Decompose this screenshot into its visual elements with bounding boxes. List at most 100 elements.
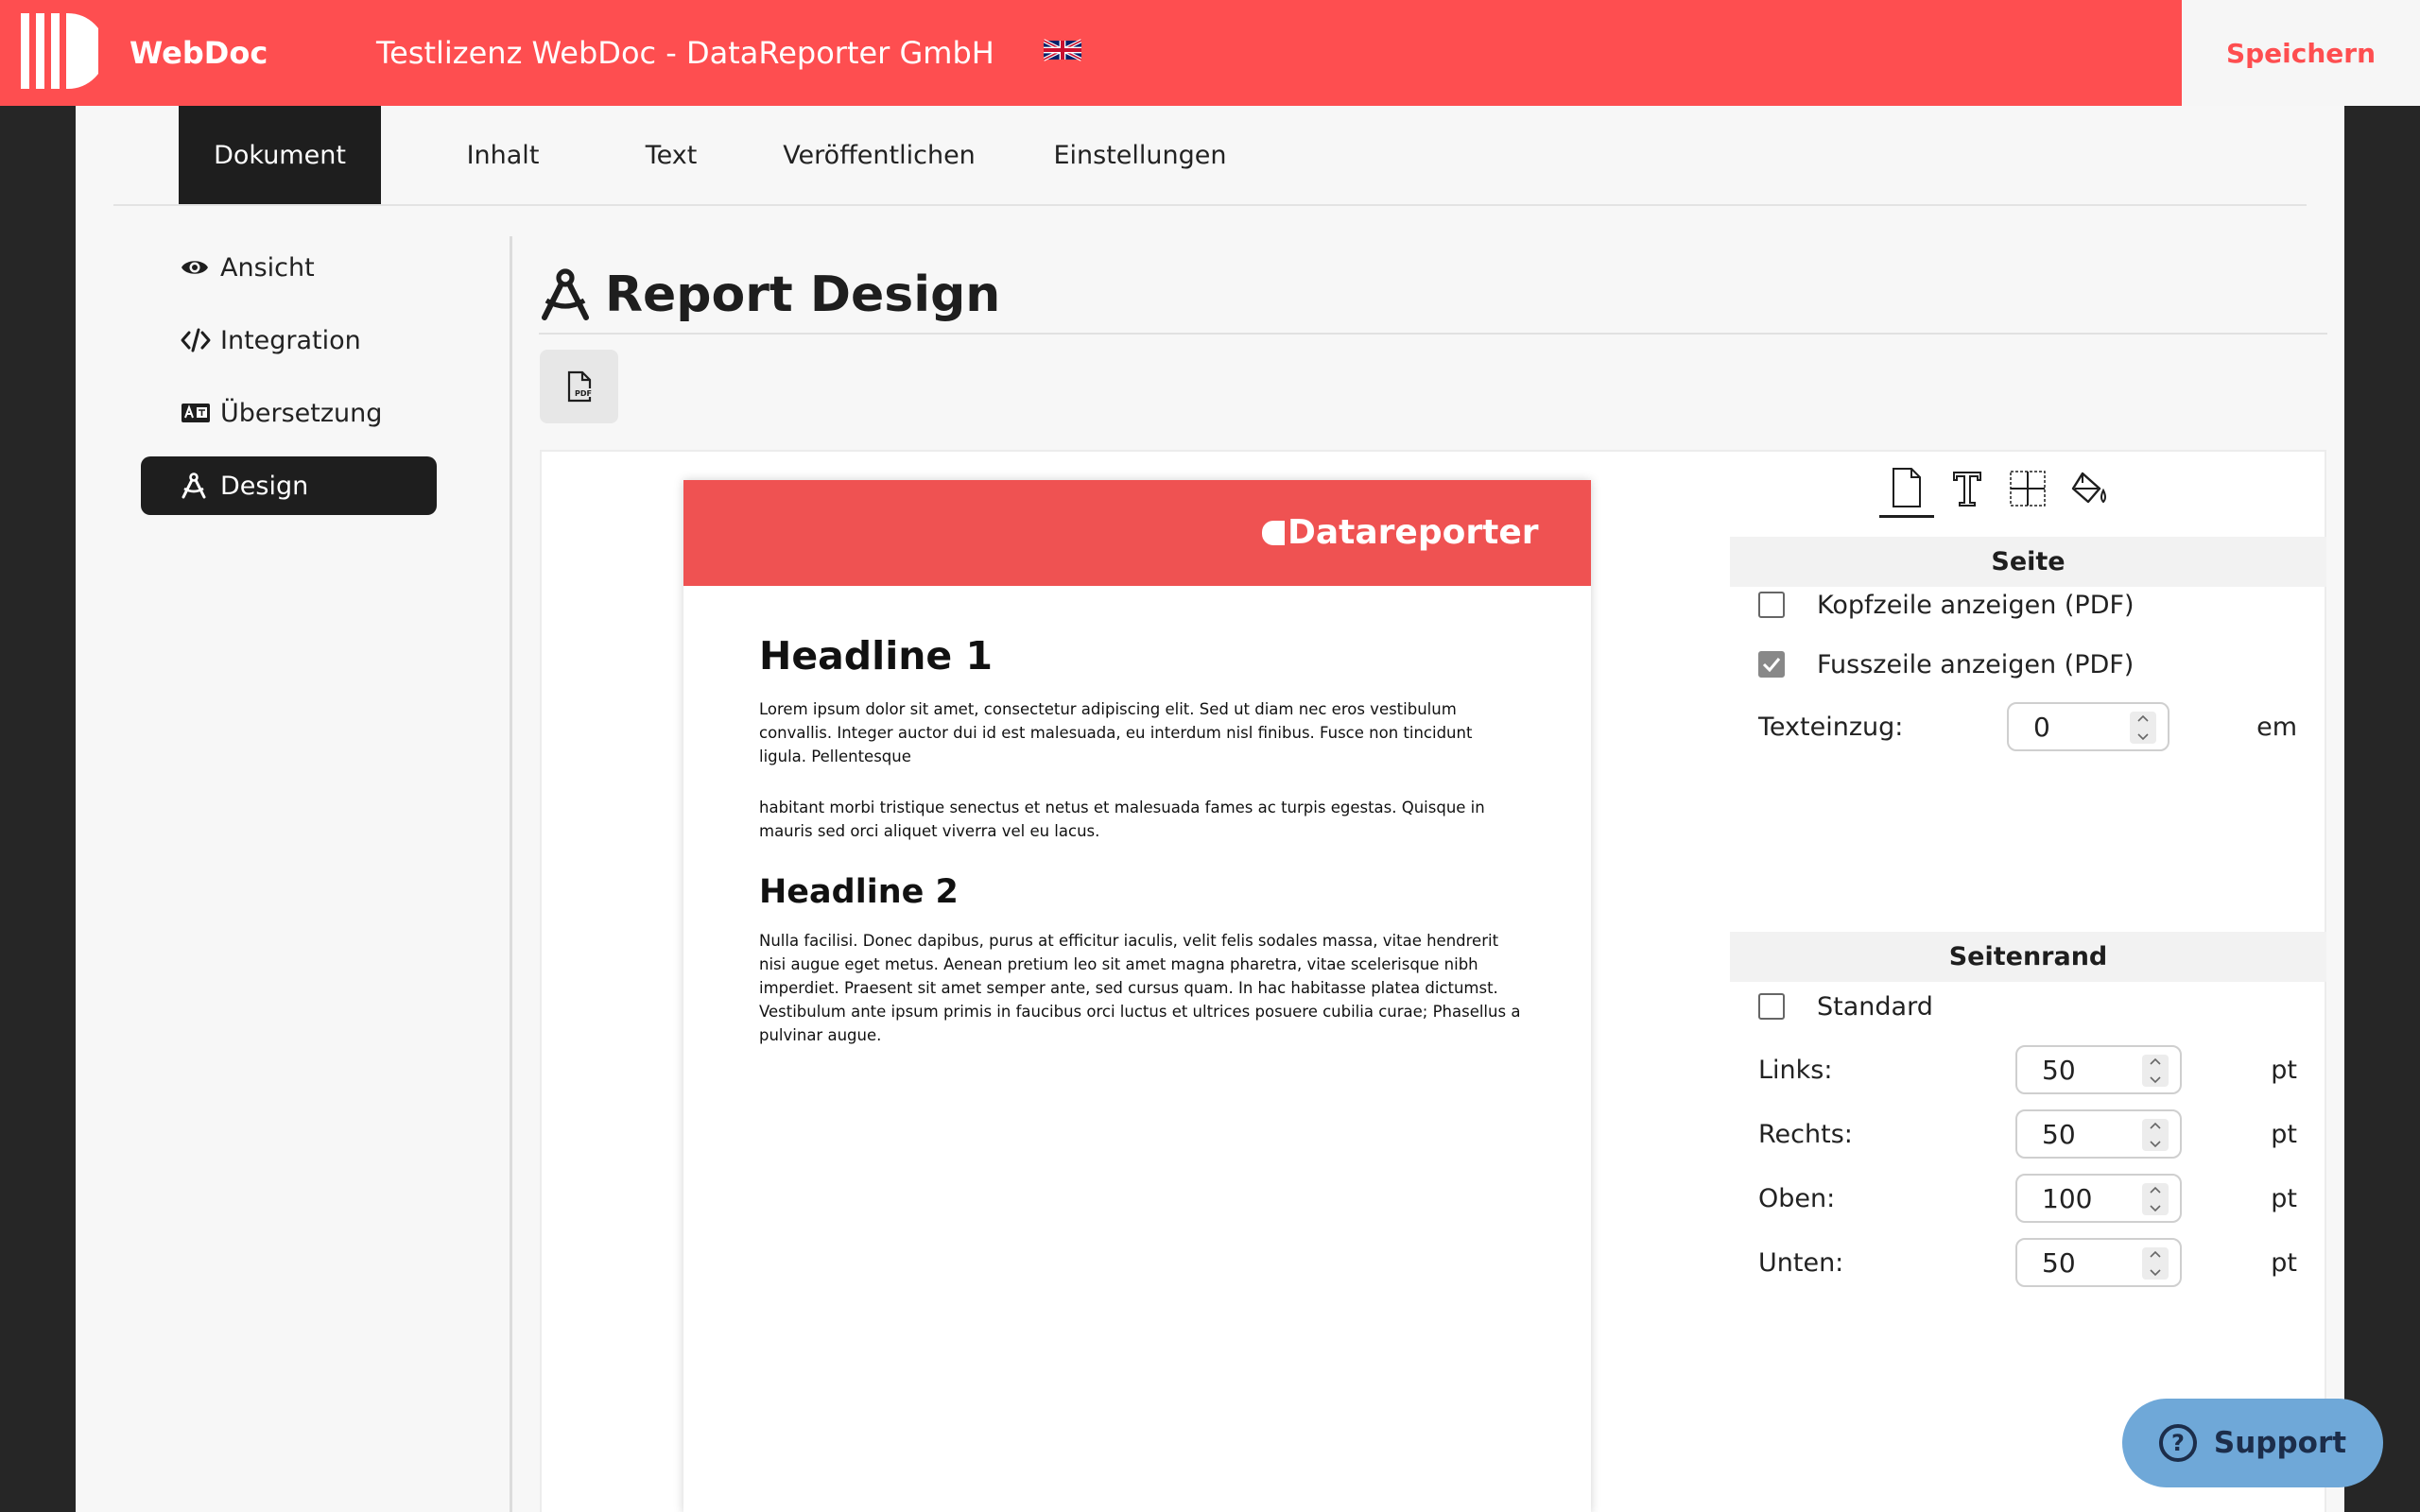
document-header: Datareporter — [683, 480, 1591, 586]
margin-bottom-input[interactable]: 50 — [2015, 1238, 2182, 1287]
compass-icon — [181, 472, 213, 500]
margin-bottom-row: Unten: 50 pt — [1758, 1238, 2297, 1287]
margin-top-row: Oben: 100 pt — [1758, 1174, 2297, 1223]
tab-veroeffentlichen[interactable]: Veröffentlichen — [775, 106, 983, 204]
indent-label: Texteinzug: — [1758, 712, 1904, 742]
document-body: Headline 1 Lorem ipsum dolor sit amet, c… — [759, 631, 1523, 1074]
margin-bottom-stepper[interactable] — [2142, 1247, 2169, 1280]
margin-right-input[interactable]: 50 — [2015, 1109, 2182, 1159]
chevron-up-icon — [2150, 1250, 2161, 1258]
margin-left-value: 50 — [2042, 1054, 2076, 1086]
question-icon: ? — [2158, 1424, 2197, 1462]
settings-tab-grid[interactable] — [2000, 459, 2055, 518]
sidebar-item-ansicht[interactable]: Ansicht — [141, 238, 437, 297]
margin-bottom-label: Unten: — [1758, 1247, 1844, 1278]
margin-right-value: 50 — [2042, 1118, 2076, 1150]
margin-right-stepper[interactable] — [2142, 1119, 2169, 1151]
datareporter-logo: Datareporter — [1262, 512, 1538, 554]
margin-right-row: Rechts: 50 pt — [1758, 1109, 2297, 1159]
margin-right-label: Rechts: — [1758, 1119, 1853, 1149]
preview-paragraph-3: Nulla facilisi. Donec dapibus, purus at … — [759, 932, 1521, 1044]
sidebar-item-label: Ansicht — [220, 252, 315, 283]
settings-tab-page[interactable] — [1879, 459, 1934, 518]
grid-icon — [2010, 471, 2046, 507]
uk-flag-icon[interactable] — [1044, 36, 1081, 64]
webdoc-logo-icon — [21, 13, 98, 89]
eye-icon — [181, 253, 213, 282]
preview-paragraph-1: Lorem ipsum dolor sit amet, consectetur … — [759, 700, 1473, 765]
show-footer-row: Fusszeile anzeigen (PDF) — [1758, 640, 2297, 689]
show-header-label: Kopfzeile anzeigen (PDF) — [1817, 590, 2135, 620]
indent-value: 0 — [2033, 711, 2050, 743]
sidebar-item-label: Design — [220, 471, 309, 501]
chevron-up-icon — [2150, 1057, 2161, 1065]
chevron-down-icon — [2150, 1141, 2161, 1148]
brand-mark-icon — [1262, 521, 1285, 545]
indent-stepper[interactable] — [2130, 712, 2156, 744]
document-preview: Datareporter Headline 1 Lorem ipsum dolo… — [683, 480, 1591, 1512]
margin-top-input[interactable]: 100 — [2015, 1174, 2182, 1223]
margin-left-unit: pt — [2271, 1055, 2297, 1085]
tab-inhalt[interactable]: Inhalt — [435, 106, 571, 204]
margin-top-value: 100 — [2042, 1182, 2093, 1214]
show-header-row: Kopfzeile anzeigen (PDF) — [1758, 580, 2297, 629]
margin-left-stepper[interactable] — [2142, 1055, 2169, 1087]
main-panel: Dokument Inhalt Text Veröffentlichen Ein… — [76, 106, 2344, 1512]
svg-text:PDF: PDF — [575, 389, 592, 398]
code-icon — [181, 326, 213, 354]
margin-bottom-unit: pt — [2271, 1247, 2297, 1278]
standard-margin-label: Standard — [1817, 991, 1933, 1022]
sidebar-item-uebersetzung[interactable]: Übersetzung — [141, 384, 437, 442]
app-name: WebDoc — [130, 35, 268, 71]
pdf-file-icon: PDF — [567, 370, 592, 403]
pdf-export-button[interactable]: PDF — [540, 350, 618, 423]
section-header-seitenrand: Seitenrand — [1730, 932, 2326, 982]
indent-row: Texteinzug: 0 em — [1758, 702, 2297, 751]
show-footer-label: Fusszeile anzeigen (PDF) — [1817, 649, 2135, 679]
margin-left-input[interactable]: 50 — [2015, 1045, 2182, 1094]
top-bar: WebDoc Testlizenz WebDoc - DataReporter … — [0, 0, 2420, 106]
design-workspace: Datareporter Headline 1 Lorem ipsum dolo… — [540, 450, 2326, 1512]
margin-bottom-value: 50 — [2042, 1246, 2076, 1279]
margin-right-unit: pt — [2271, 1119, 2297, 1149]
chevron-down-icon — [2150, 1269, 2161, 1277]
tab-einstellungen[interactable]: Einstellungen — [1028, 106, 1252, 204]
tab-dokument[interactable]: Dokument — [179, 106, 381, 204]
settings-tab-colors[interactable] — [2063, 459, 2118, 518]
design-settings-panel: Seite Kopfzeile anzeigen (PDF) Fusszeile… — [1730, 452, 2326, 1512]
chevron-up-icon — [2137, 714, 2149, 722]
show-header-checkbox[interactable] — [1758, 592, 1785, 618]
indent-input[interactable]: 0 — [2007, 702, 2169, 751]
save-button[interactable]: Speichern — [2182, 0, 2420, 106]
show-footer-checkbox[interactable] — [1758, 651, 1785, 678]
compass-icon — [542, 268, 589, 320]
margin-top-stepper[interactable] — [2142, 1183, 2169, 1215]
chevron-down-icon — [2150, 1076, 2161, 1084]
sidebar-item-integration[interactable]: Integration — [141, 311, 437, 369]
sidebar-item-label: Übersetzung — [220, 398, 383, 428]
margin-left-row: Links: 50 pt — [1758, 1045, 2297, 1094]
preview-headline-2: Headline 2 — [759, 873, 959, 911]
settings-tabs — [1879, 459, 2121, 525]
standard-margin-checkbox[interactable] — [1758, 993, 1785, 1020]
page-title-text: Report Design — [605, 266, 1001, 323]
margin-top-label: Oben: — [1758, 1183, 1836, 1213]
sidebar-item-design[interactable]: Design — [141, 456, 437, 515]
paint-bucket-icon — [2071, 472, 2106, 504]
sidebar-item-label: Integration — [220, 325, 361, 355]
tab-text[interactable]: Text — [614, 106, 728, 204]
chevron-down-icon — [2137, 733, 2149, 741]
standard-margin-row: Standard — [1758, 982, 2297, 1031]
preview-paragraph-2: habitant morbi tristique senectus et net… — [759, 799, 1485, 840]
settings-tab-text[interactable] — [1940, 459, 1995, 518]
title-divider — [539, 333, 2327, 335]
page-icon — [1893, 467, 1921, 507]
chevron-up-icon — [2150, 1186, 2161, 1194]
text-icon — [1953, 472, 1981, 507]
check-icon — [1762, 658, 1781, 672]
margin-top-unit: pt — [2271, 1183, 2297, 1213]
chevron-down-icon — [2150, 1205, 2161, 1212]
brand-name: Datareporter — [1288, 513, 1539, 552]
support-button[interactable]: ? Support — [2122, 1399, 2383, 1487]
sidebar-divider — [510, 236, 512, 1512]
